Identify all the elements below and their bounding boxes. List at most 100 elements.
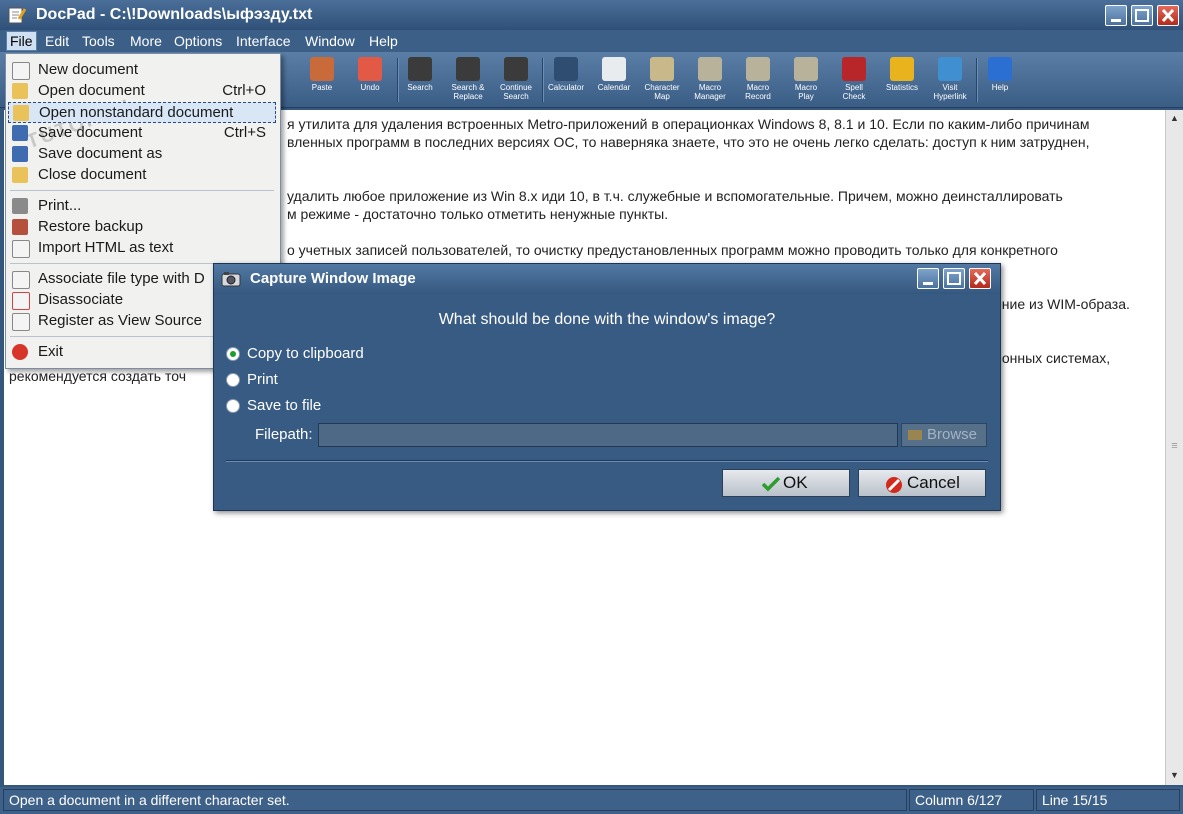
globe-icon — [938, 57, 962, 81]
dialog-maximize-button[interactable] — [943, 268, 965, 289]
binoculars-icon — [408, 57, 432, 81]
menu-interface[interactable]: Interface — [233, 32, 293, 50]
macro-play-icon — [794, 57, 818, 81]
window-title: DocPad - C:\!Downloads\ыфэзду.txt — [36, 6, 313, 23]
editor-line: ение из WIM-образа. — [994, 296, 1130, 312]
dialog-title: Capture Window Image — [250, 270, 416, 287]
checkmark-icon — [761, 476, 781, 492]
editor-line: вленных программ в последних версиях ОС,… — [287, 134, 1090, 150]
save-icon — [12, 125, 28, 141]
title-bar[interactable]: DocPad - C:\!Downloads\ыфэзду.txt — [0, 0, 1183, 30]
paste-icon — [310, 57, 334, 81]
scroll-grip-icon[interactable]: ≡ — [1166, 438, 1183, 454]
status-column: Column 6/127 — [909, 789, 1034, 811]
filepath-label: Filepath: — [255, 426, 313, 443]
menu-item-restore-backup[interactable]: Restore backup — [8, 217, 276, 238]
help-icon — [988, 57, 1012, 81]
toolbar-paste-button[interactable]: Paste — [296, 55, 348, 105]
spell-check-icon — [842, 57, 866, 81]
save-as-icon — [12, 146, 28, 162]
toolbar-help-button[interactable]: Help — [974, 55, 1026, 105]
folder-icon — [908, 430, 922, 440]
camera-icon — [221, 272, 241, 287]
toolbar-undo-button[interactable]: Undo — [344, 55, 396, 105]
restore-icon — [12, 219, 28, 235]
macro-record-icon — [746, 57, 770, 81]
menu-separator — [10, 190, 274, 191]
toolbar-visit-hyperlink-button[interactable]: Visit Hyperlink — [924, 55, 976, 105]
browse-button[interactable]: Browse — [901, 423, 987, 447]
print-icon — [12, 198, 28, 214]
menu-item-import-html[interactable]: Import HTML as text — [8, 238, 276, 259]
menu-item-save-document-as[interactable]: Save document as — [8, 144, 276, 165]
calculator-icon — [554, 57, 578, 81]
status-line: Line 15/15 — [1036, 789, 1180, 811]
dialog-question: What should be done with the window's im… — [438, 311, 776, 328]
dialog-close-button[interactable] — [969, 268, 991, 289]
status-bar: Open a document in a different character… — [0, 787, 1183, 814]
cancel-button[interactable]: Cancel — [858, 469, 986, 497]
dialog-minimize-button[interactable] — [917, 268, 939, 289]
menu-item-open-document[interactable]: Open document Ctrl+O — [8, 81, 276, 102]
menu-item-new-document[interactable]: New document — [8, 60, 276, 81]
minimize-button[interactable] — [1105, 5, 1127, 26]
ok-button[interactable]: OK — [722, 469, 850, 497]
radio-selected-icon[interactable] — [226, 347, 240, 361]
exit-icon — [12, 344, 28, 360]
maximize-button[interactable] — [1131, 5, 1153, 26]
menu-more[interactable]: More — [127, 32, 165, 50]
menu-bar: File Edit Tools More Options Interface W… — [0, 30, 1183, 52]
menu-item-print[interactable]: Print... — [8, 196, 276, 217]
status-message: Open a document in a different character… — [3, 789, 907, 811]
editor-line: я утилита для удаления встроенных Metro-… — [287, 116, 1090, 132]
editor-line: м режиме - достаточно только отметить не… — [287, 206, 669, 222]
menu-file[interactable]: File — [6, 31, 37, 51]
open-folder-icon — [12, 83, 28, 99]
toolbar-continue-search-button[interactable]: Continue Search — [490, 55, 542, 105]
close-folder-icon — [12, 167, 28, 183]
character-map-icon — [650, 57, 674, 81]
editor-line: о учетных записей пользователей, то очис… — [287, 242, 1058, 258]
capture-window-image-dialog: Capture Window Image What should be done… — [213, 263, 1001, 511]
pie-chart-icon — [890, 57, 914, 81]
close-button[interactable] — [1157, 5, 1179, 26]
import-html-icon — [12, 240, 30, 258]
radio-print[interactable]: Print — [226, 370, 526, 390]
menu-edit[interactable]: Edit — [42, 32, 72, 50]
undo-icon — [358, 57, 382, 81]
open-nonstandard-icon — [13, 105, 29, 121]
menu-options[interactable]: Options — [171, 32, 225, 50]
menu-tools[interactable]: Tools — [79, 32, 118, 50]
disassociate-icon — [12, 292, 30, 310]
toolbar-spell-check-button[interactable]: Spell Check — [828, 55, 880, 105]
associate-icon — [12, 271, 30, 289]
register-icon — [12, 313, 30, 331]
docpad-app-icon — [8, 7, 26, 24]
menu-item-open-nonstandard-document[interactable]: Open nonstandard document — [8, 102, 276, 123]
menu-item-save-document[interactable]: Save document Ctrl+S — [8, 123, 276, 144]
toolbar-calculator-button[interactable]: Calculator — [540, 55, 592, 105]
cancel-icon — [886, 477, 902, 493]
radio-save-to-file[interactable]: Save to file — [226, 396, 526, 416]
docpad-window: DocPad - C:\!Downloads\ыфэзду.txt File E… — [0, 0, 1183, 814]
editor-line: удалить любое приложение из Win 8.x иди … — [287, 188, 1063, 204]
vertical-scrollbar[interactable]: ▲ ≡ ▼ — [1165, 110, 1183, 785]
menu-window[interactable]: Window — [302, 32, 358, 50]
dialog-title-bar[interactable]: Capture Window Image — [214, 264, 1000, 294]
scroll-up-arrow-icon[interactable]: ▲ — [1166, 110, 1183, 126]
radio-copy-to-clipboard[interactable]: Copy to clipboard — [226, 344, 526, 364]
scroll-down-arrow-icon[interactable]: ▼ — [1166, 767, 1183, 783]
dialog-separator — [226, 460, 988, 462]
macro-manager-icon — [698, 57, 722, 81]
filepath-input[interactable] — [318, 423, 898, 447]
menu-help[interactable]: Help — [366, 32, 401, 50]
radio-unselected-icon[interactable] — [226, 373, 240, 387]
search-replace-icon — [456, 57, 480, 81]
continue-search-icon — [504, 57, 528, 81]
new-document-icon — [12, 62, 30, 80]
calendar-icon — [602, 57, 626, 81]
editor-line: рекомендуется создать точ — [9, 368, 187, 384]
radio-unselected-icon[interactable] — [226, 399, 240, 413]
editor-line: ионных системах, — [994, 350, 1111, 366]
menu-item-close-document[interactable]: Close document — [8, 165, 276, 186]
